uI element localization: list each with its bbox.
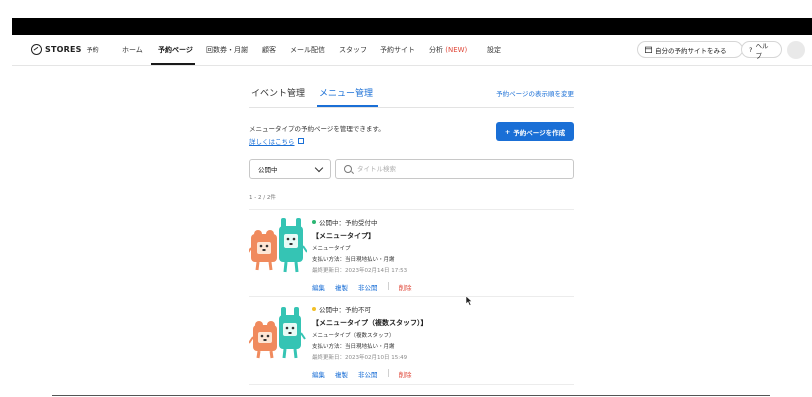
nav-item-reservation-site[interactable]: 予約サイト	[380, 45, 415, 55]
tab-menu-management[interactable]: メニュー管理	[319, 86, 373, 99]
view-site-label: 自分の予約サイトをみる	[655, 46, 727, 55]
card-type: メニュータイプ（複数スタッフ）	[312, 333, 395, 339]
help-icon: ?	[749, 45, 753, 54]
search-input[interactable]	[357, 165, 557, 173]
action-divider	[387, 282, 389, 290]
brand-logo[interactable]: STORES 予約	[31, 44, 99, 55]
top-black-bar	[12, 18, 812, 35]
card-updated: 最終更新日：2023年02月10日 15:49	[312, 355, 408, 361]
card-type: メニュータイプ	[312, 246, 351, 252]
cursor-icon	[466, 296, 473, 306]
card-actions: 編集 複製 非公開 削除	[312, 369, 428, 379]
list-item: 公開中：予約受付中 【メニュータイプ】 メニュータイプ 支払い方法：当日現地払い…	[249, 209, 574, 296]
plus-icon: +	[504, 127, 511, 136]
nav-active-underline	[151, 63, 195, 65]
edit-button[interactable]: 編集	[312, 369, 325, 379]
result-count: 1 - 2 / 2件	[249, 195, 276, 201]
nav-item-customers[interactable]: 顧客	[262, 45, 276, 55]
search-icon	[344, 165, 352, 173]
copy-button[interactable]: 複製	[335, 369, 348, 379]
status-dot-icon	[312, 307, 316, 311]
delete-button[interactable]: 削除	[399, 282, 412, 292]
nav-item-tickets[interactable]: 回数券・月謝	[206, 45, 248, 55]
status-text: 公開中：予約受付中	[319, 219, 378, 227]
copy-button[interactable]: 複製	[335, 282, 348, 292]
search-box	[335, 159, 574, 179]
create-reservation-page-button[interactable]: + 予約ページを作成	[496, 122, 574, 141]
unpublish-button[interactable]: 非公開	[358, 369, 378, 379]
status-filter-select[interactable]: 公開中	[249, 159, 331, 179]
stores-logo-icon	[31, 44, 42, 55]
global-nav: STORES 予約 ホーム 予約ページ 回数券・月謝 顧客 メール配信 スタッフ…	[12, 35, 812, 66]
status-text: 公開中：予約不可	[319, 306, 371, 314]
nav-item-staff[interactable]: スタッフ	[339, 45, 367, 55]
nav-item-settings[interactable]: 設定	[487, 45, 501, 55]
status-dot-icon	[312, 220, 316, 224]
card-info: 公開中：予約不可 【メニュータイプ（複数スタッフ）】 メニュータイプ（複数スタッ…	[312, 304, 428, 379]
unpublish-button[interactable]: 非公開	[358, 282, 378, 292]
nav-item-mail[interactable]: メール配信	[290, 45, 325, 55]
mascot-illustration	[249, 218, 307, 273]
nav-item-analytics[interactable]: 分析 (NEW)	[429, 45, 467, 55]
details-link-label: 詳しくはこちら	[249, 138, 295, 146]
card-updated: 最終更新日：2023年02月14日 17:53	[312, 268, 408, 274]
tab-event-management[interactable]: イベント管理	[251, 86, 305, 99]
brand-sub: 予約	[86, 47, 99, 54]
create-button-label: 予約ページを作成	[513, 128, 566, 137]
mascot-illustration	[249, 307, 306, 359]
delete-button[interactable]: 削除	[399, 369, 412, 379]
page-description: メニュータイプの予約ページを管理できます。	[249, 125, 385, 133]
tab-active-underline	[317, 105, 378, 107]
brand-name: STORES	[45, 45, 82, 54]
card-title[interactable]: 【メニュータイプ】	[312, 231, 422, 241]
tab-bar: イベント管理 メニュー管理 予約ページの表示順を変更	[249, 84, 574, 108]
nav-item-home[interactable]: ホーム	[122, 45, 143, 55]
status-filter-value: 公開中	[258, 166, 278, 174]
card-title[interactable]: 【メニュータイプ（複数スタッフ）】	[312, 318, 428, 328]
list-item: 公開中：予約不可 【メニュータイプ（複数スタッフ）】 メニュータイプ（複数スタッ…	[249, 296, 574, 385]
change-order-link[interactable]: 予約ページの表示順を変更	[496, 88, 574, 98]
new-badge: (NEW)	[445, 46, 468, 54]
view-site-button[interactable]: 自分の予約サイトをみる	[637, 41, 743, 58]
card-payment: 支払い方法：当日現地払い・月謝	[312, 344, 395, 350]
edit-button[interactable]: 編集	[312, 282, 325, 292]
card-payment: 支払い方法：当日現地払い・月謝	[312, 257, 395, 263]
card-info: 公開中：予約受付中 【メニュータイプ】 メニュータイプ 支払い方法：当日現地払い…	[312, 217, 422, 292]
chevron-down-icon	[314, 163, 324, 172]
help-label: ヘルプ	[755, 41, 769, 60]
status-badge: 公開中：予約不可	[312, 304, 428, 314]
help-button[interactable]: ? ヘルプ	[741, 41, 782, 60]
bottom-divider	[52, 395, 770, 396]
status-badge: 公開中：予約受付中	[312, 217, 422, 227]
nav-item-analytics-label: 分析	[429, 46, 443, 54]
details-link[interactable]: 詳しくはこちら	[249, 136, 304, 146]
action-divider	[387, 369, 389, 377]
calendar-icon	[645, 46, 652, 53]
external-link-icon	[297, 138, 304, 144]
avatar[interactable]	[787, 41, 805, 59]
card-actions: 編集 複製 非公開 削除	[312, 282, 422, 292]
nav-item-reservation-pages[interactable]: 予約ページ	[158, 45, 193, 55]
